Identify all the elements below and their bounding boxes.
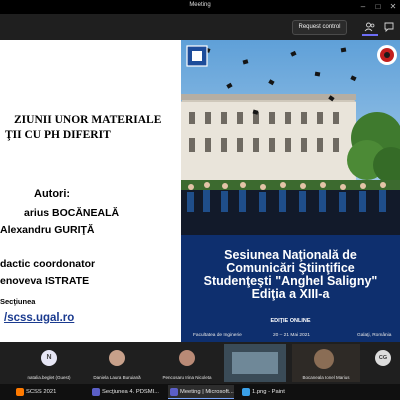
teams-icon — [92, 388, 100, 396]
avatar: CG — [375, 350, 391, 366]
author-name-1: arius BOCĂNEALĂ — [24, 207, 120, 219]
taskbar-item-label: Secţiunea 4. PDSMI... — [102, 389, 160, 395]
avatar — [179, 350, 195, 366]
teams-icon — [170, 388, 178, 396]
participant-tile[interactable]: Pencosaru Irina Nicoleta — [156, 344, 218, 382]
chat-icon[interactable] — [383, 21, 395, 33]
app-icon — [16, 388, 24, 396]
poster-subtitle: EDIŢIE ONLINE — [270, 318, 311, 324]
taskbar-item[interactable]: 1.png - Paint — [240, 385, 300, 399]
minimize-icon[interactable]: – — [356, 1, 370, 13]
coordinator-name: enoveva ISTRATE — [0, 275, 90, 287]
avatar: N — [41, 350, 57, 366]
participant-tile[interactable]: N natalia.beglet (Guest) — [18, 344, 80, 382]
coordinator-label: dactic coordonator — [0, 258, 96, 270]
maximize-icon[interactable]: □ — [371, 1, 385, 13]
participant-strip: N natalia.beglet (Guest) Daniela Laura B… — [0, 342, 400, 384]
poster-title-line4: Ediţia a XIII-a — [251, 287, 330, 301]
authors-label: Autori: — [34, 188, 71, 200]
window-title: Meeting — [189, 2, 211, 8]
poster-footer-left: Facultatea de Inginerie — [193, 333, 242, 338]
participant-name: Pencosaru Irina Nicoleta — [162, 375, 212, 380]
video-feed — [232, 352, 278, 374]
graduation-photo — [181, 40, 400, 235]
video-feed — [314, 349, 334, 369]
shared-screen-slide: ZIUNII UNOR MATERIALE ŢII CU PH DIFERIT … — [0, 40, 400, 342]
participant-name: natalia.beglet (Guest) — [27, 375, 71, 380]
taskbar-item-active[interactable]: Meeting | Microsoft... — [168, 385, 234, 399]
participant-name: Bocanealа Ionel Marius — [302, 375, 350, 380]
taskbar-item-label: Meeting | Microsoft... — [180, 389, 234, 395]
participant-tile[interactable]: CG — [366, 344, 400, 382]
poster-footer-right: Galaţi, România — [357, 333, 392, 338]
participant-video-tile[interactable]: Bocanealа Ionel Marius — [292, 344, 360, 382]
request-control-button[interactable]: Request control — [292, 20, 347, 35]
slide-heading-line2: ŢII CU PH DIFERIT — [5, 129, 111, 141]
taskbar: SCSS 2021 Secţiunea 4. PDSMI... Meeting … — [0, 384, 400, 400]
people-icon[interactable] — [364, 21, 376, 33]
close-icon[interactable]: ✕ — [386, 1, 400, 13]
website-link[interactable]: /scss.ugal.ro — [4, 312, 74, 324]
taskbar-item[interactable]: Secţiunea 4. PDSMI... — [90, 385, 166, 399]
section-label: Secţiunea — [0, 297, 36, 306]
taskbar-item-label: SCSS 2021 — [26, 389, 57, 395]
event-poster: Sesiunea Naţională de Comunicări Ştiinţi… — [181, 40, 400, 342]
taskbar-item[interactable]: SCSS 2021 — [14, 385, 84, 399]
poster-footer-center: 20 – 21 Mai 2021 — [273, 333, 311, 338]
slide-heading: ZIUNII UNOR MATERIALE ŢII CU PH DIFERIT — [0, 113, 181, 143]
meeting-toolbar: Request control — [0, 14, 400, 40]
slide-heading-line1: ZIUNII UNOR MATERIALE — [14, 114, 162, 126]
poster-footer: Facultatea de Inginerie 20 – 21 Mai 2021… — [181, 331, 400, 342]
avatar — [109, 350, 125, 366]
taskbar-item-label: 1.png - Paint — [252, 389, 285, 395]
paint-icon — [242, 388, 250, 396]
author-name-2: Alexandru GURIŢĂ — [0, 224, 95, 236]
participant-tile[interactable]: Daniela Laura Buruiană — [86, 344, 148, 382]
participant-name: Daniela Laura Buruiană — [93, 375, 141, 380]
participant-video-tile[interactable] — [224, 344, 286, 382]
poster-title: Sesiunea Naţională de Comunicări Ştiinţi… — [181, 249, 400, 301]
window-title-bar: Meeting – □ ✕ — [0, 0, 400, 14]
